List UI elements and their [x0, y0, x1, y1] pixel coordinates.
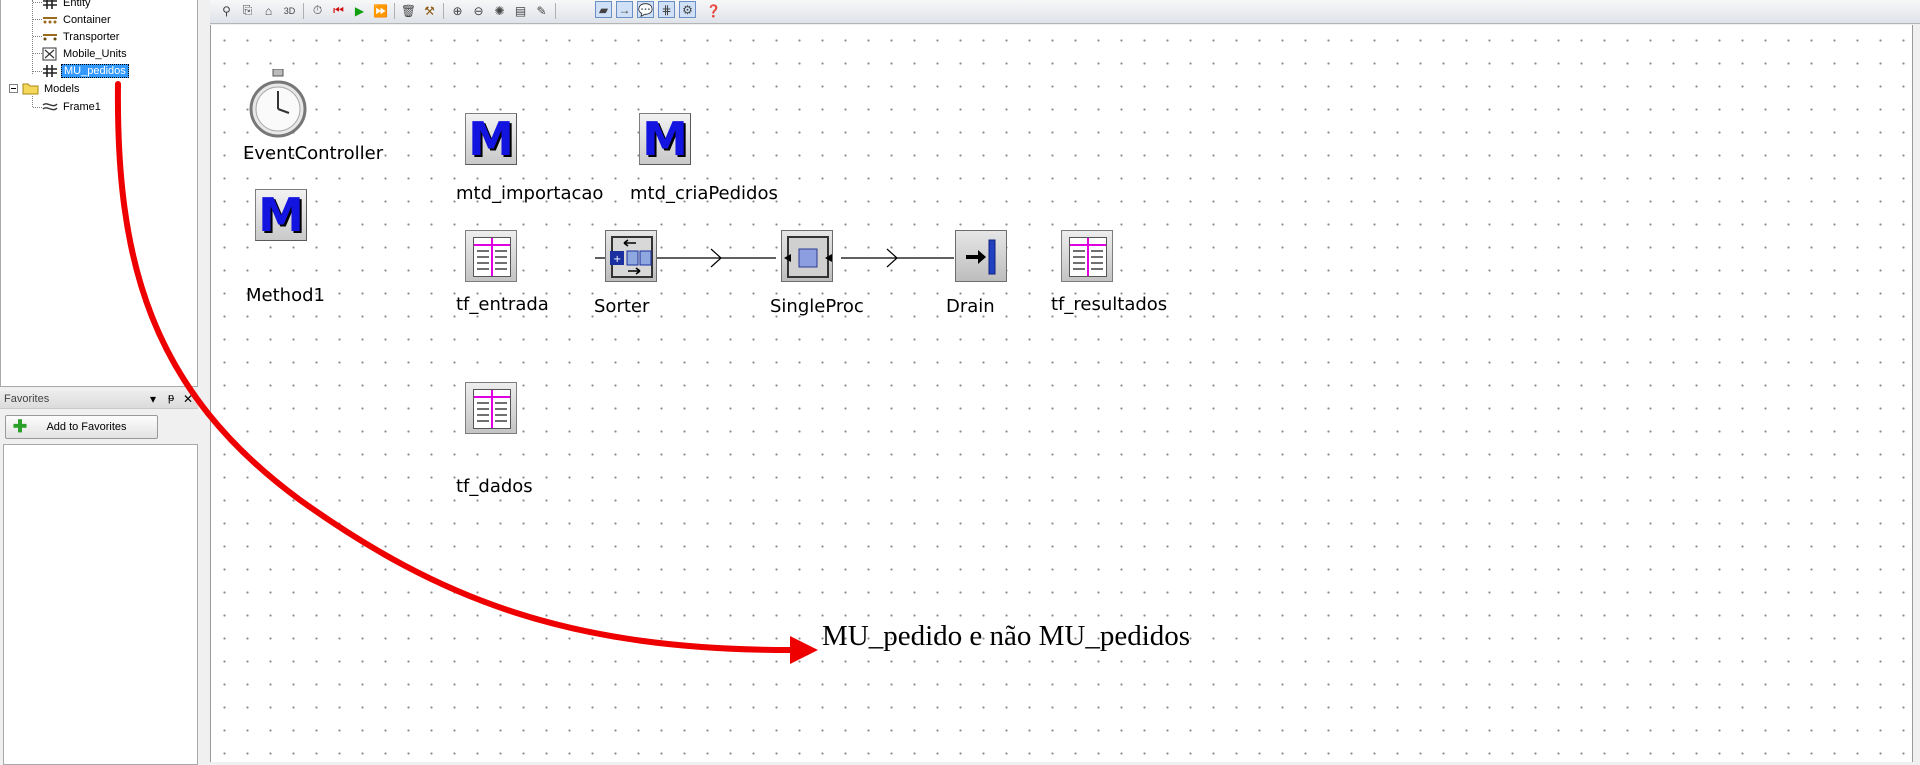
- object-label: SingleProc: [770, 296, 864, 317]
- grid-icon[interactable]: ⋕: [658, 1, 675, 18]
- insert-object-icon[interactable]: ▰: [595, 1, 612, 18]
- stopwatch-icon[interactable]: ⏱: [309, 2, 326, 19]
- button-label: Add to Favorites: [46, 421, 127, 433]
- broom-icon[interactable]: ⚒: [421, 2, 438, 19]
- container-icon: [41, 13, 58, 27]
- toolbar-separator: [555, 3, 556, 19]
- folder-icon: [22, 82, 39, 96]
- zoom-out-icon[interactable]: ⊖: [470, 2, 487, 19]
- tree-item-container[interactable]: Container: [41, 11, 113, 28]
- tree-item-mobile-units[interactable]: Mobile_Units: [41, 45, 129, 62]
- table-file-icon: [465, 382, 517, 434]
- toolbar-separator: [394, 3, 395, 19]
- object-label: tf_entrada: [456, 294, 549, 315]
- tree-item-label: Frame1: [63, 100, 101, 113]
- frame-icon: [41, 100, 58, 114]
- tree-item-label: Container: [63, 13, 111, 26]
- favorites-header: Favorites ▾ ᵽ ✕: [0, 391, 198, 409]
- table-file-icon: [465, 230, 517, 282]
- table-file-icon: [1061, 230, 1113, 282]
- 3d-icon[interactable]: 3D: [281, 2, 298, 19]
- mobile-units-icon: [41, 47, 58, 61]
- connector-icon[interactable]: →: [616, 1, 633, 18]
- binoculars-icon[interactable]: ⚲: [218, 2, 235, 19]
- pin-icon[interactable]: ᵽ: [168, 392, 174, 404]
- dropdown-arrow-icon[interactable]: ▾: [150, 392, 156, 406]
- delete-icon[interactable]: 🗑: [400, 2, 417, 19]
- pencil-icon[interactable]: ✎: [533, 2, 550, 19]
- comment-icon[interactable]: 💬: [637, 1, 654, 18]
- transporter-icon: [41, 30, 58, 44]
- tree-item-transporter[interactable]: Transporter: [41, 28, 121, 45]
- object-label: Sorter: [594, 296, 650, 317]
- collapse-toggle-icon[interactable]: [9, 84, 18, 93]
- favorites-list[interactable]: [3, 444, 198, 765]
- object-label: Method1: [246, 285, 325, 306]
- frame-toolbar: ⚲ ⎘ ⌂ 3D ⏱ ⏮ ▶ ⏩ 🗑 ⚒ ⊕ ⊖ ✺ ▤ ✎ ▰ → 💬 ⋕ ⚙…: [210, 0, 1920, 24]
- entity-grid-icon: [41, 0, 58, 10]
- reset-icon[interactable]: ⏮: [330, 2, 347, 19]
- pane-splitter[interactable]: [198, 0, 210, 765]
- table-sheet-icon: [473, 237, 511, 277]
- toolbar-separator: [303, 3, 304, 19]
- home-icon[interactable]: ⌂: [260, 2, 277, 19]
- icon-editor-icon[interactable]: ▤: [512, 2, 529, 19]
- object-label: EventController: [243, 143, 384, 164]
- open-origin-icon[interactable]: ⎘: [239, 2, 256, 19]
- tree-item-label: Entity: [63, 0, 91, 9]
- object-label: tf_resultados: [1051, 294, 1168, 315]
- fast-forward-icon[interactable]: ⏩: [372, 2, 389, 19]
- tree-connector-line: [32, 96, 33, 107]
- plus-icon: ✚: [12, 417, 28, 436]
- object-label: mtd_criaPedidos: [630, 183, 778, 204]
- close-icon[interactable]: ✕: [183, 392, 193, 406]
- tree-connector-line: [32, 0, 33, 74]
- tree-item-label: Transporter: [63, 30, 120, 43]
- zoom-fit-icon[interactable]: ✺: [491, 2, 508, 19]
- tree-item-label: Models: [44, 82, 80, 95]
- table-sheet-icon: [1069, 237, 1107, 277]
- tree-item-entity[interactable]: Entity: [41, 0, 93, 11]
- start-icon[interactable]: ▶: [351, 2, 368, 19]
- singleproc-icon: [781, 230, 833, 282]
- tree-item-label: MU_pedidos: [61, 63, 129, 78]
- method-icon: M: [639, 113, 691, 165]
- method-icon: M: [465, 113, 517, 165]
- favorites-title: Favorites: [4, 393, 50, 405]
- class-library-tree[interactable]: Entity Container Transporter Mobile_Unit…: [0, 0, 198, 387]
- tools-icon[interactable]: ⚙: [679, 1, 696, 18]
- add-to-favorites-button[interactable]: ✚ Add to Favorites: [5, 415, 158, 439]
- toolbar-separator: [443, 3, 444, 19]
- drain-icon: [955, 230, 1007, 282]
- zoom-in-icon[interactable]: ⊕: [449, 2, 466, 19]
- sorter-icon: +: [605, 230, 657, 282]
- entity-grid-icon: [41, 64, 58, 78]
- method-icon: M: [255, 189, 307, 241]
- table-sheet-icon: [473, 389, 511, 429]
- object-label: mtd_importacao: [456, 183, 604, 204]
- tree-item-label: Mobile_Units: [63, 47, 127, 60]
- tree-item-models[interactable]: Models: [22, 80, 81, 97]
- tree-item-mu-pedidos[interactable]: MU_pedidos: [41, 62, 129, 79]
- svg-text:+: +: [613, 254, 621, 265]
- help-icon[interactable]: ❓: [705, 2, 722, 19]
- stopwatch-icon: [249, 69, 307, 138]
- object-label: Drain: [946, 296, 995, 317]
- annotation-text: MU_pedido e não MU_pedidos: [822, 620, 1191, 652]
- object-label: tf_dados: [456, 476, 533, 497]
- tree-item-frame1[interactable]: Frame1: [41, 98, 103, 115]
